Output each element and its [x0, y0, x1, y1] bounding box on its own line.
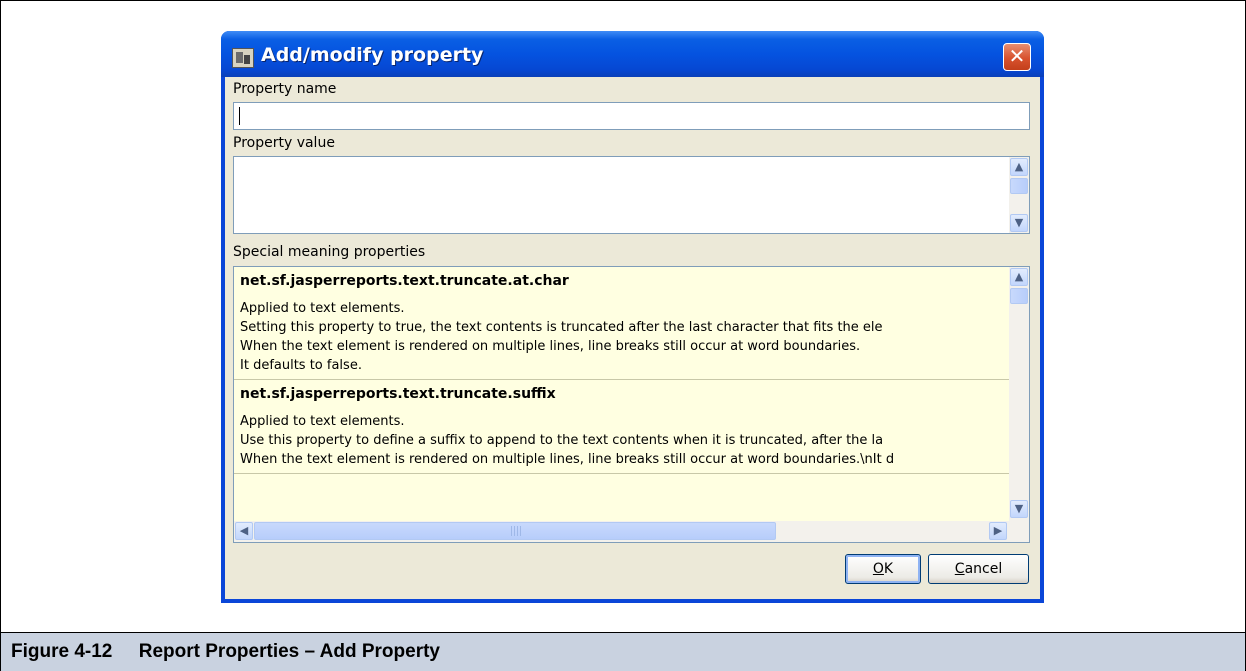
special-property-description-line: When the text element is rendered on mul… [240, 339, 861, 354]
scroll-up-icon[interactable]: ▲ [1010, 268, 1028, 286]
special-property-description-line: When the text element is rendered on mul… [240, 452, 895, 467]
property-name-label: Property name [233, 81, 337, 97]
cancel-button[interactable]: Cancel [928, 554, 1029, 584]
special-property-description-line: Applied to text elements. [240, 301, 405, 316]
dialog-client-area: Property name Property value ▲ ▼ Special… [225, 77, 1040, 599]
dialog-titlebar[interactable]: Add/modify property ✕ [221, 31, 1044, 77]
app-icon [232, 48, 254, 68]
grip-icon [511, 526, 521, 536]
scroll-right-icon[interactable]: ▶ [989, 522, 1007, 540]
horizontal-scroll-thumb[interactable] [254, 522, 776, 540]
dialog-title: Add/modify property [261, 44, 484, 66]
scroll-left-icon[interactable]: ◀ [235, 522, 253, 540]
scroll-thumb[interactable] [1010, 178, 1028, 194]
list-item[interactable]: net.sf.jasperreports.text.truncate.suffi… [234, 380, 1009, 474]
special-properties-label: Special meaning properties [233, 244, 426, 260]
property-value-textarea[interactable]: ▲ ▼ [233, 156, 1030, 234]
property-name-input[interactable] [233, 102, 1030, 130]
scroll-up-icon[interactable]: ▲ [1010, 158, 1028, 176]
special-list-vertical-scrollbar[interactable]: ▲ ▼ [1009, 267, 1029, 542]
special-properties-viewport: net.sf.jasperreports.text.truncate.at.ch… [234, 267, 1009, 521]
text-caret [239, 107, 240, 125]
scroll-thumb[interactable] [1010, 288, 1028, 304]
cancel-label-rest: ancel [964, 561, 1003, 577]
special-property-name: net.sf.jasperreports.text.truncate.suffi… [240, 386, 556, 402]
ok-button[interactable]: OK [845, 554, 921, 584]
scroll-down-icon[interactable]: ▼ [1010, 500, 1028, 518]
cancel-mnemonic: C [954, 561, 965, 577]
special-property-description-line: Applied to text elements. [240, 414, 405, 429]
property-value-label: Property value [233, 135, 335, 151]
special-property-name: net.sf.jasperreports.text.truncate.at.ch… [240, 273, 569, 289]
ok-label-rest: K [883, 561, 894, 577]
special-property-description-line: Use this property to define a suffix to … [240, 433, 884, 448]
figure-caption: Figure 4-12 Report Properties – Add Prop… [11, 641, 441, 662]
scroll-down-icon[interactable]: ▼ [1010, 214, 1028, 232]
special-property-description-line: It defaults to false. [240, 358, 362, 373]
ok-mnemonic: O [872, 561, 884, 577]
close-button[interactable]: ✕ [1003, 43, 1031, 71]
figure-caption-bar: Figure 4-12 Report Properties – Add Prop… [1, 632, 1245, 671]
add-modify-property-dialog: Add/modify property ✕ Property name Prop… [221, 31, 1044, 603]
special-property-description-line: Setting this property to true, the text … [240, 320, 883, 335]
special-properties-list: net.sf.jasperreports.text.truncate.at.ch… [233, 266, 1030, 543]
list-item[interactable]: net.sf.jasperreports.text.truncate.at.ch… [234, 267, 1009, 380]
property-value-scrollbar[interactable]: ▲ ▼ [1009, 157, 1029, 233]
horizontal-scrollbar[interactable]: ◀ ▶ [234, 521, 1009, 542]
